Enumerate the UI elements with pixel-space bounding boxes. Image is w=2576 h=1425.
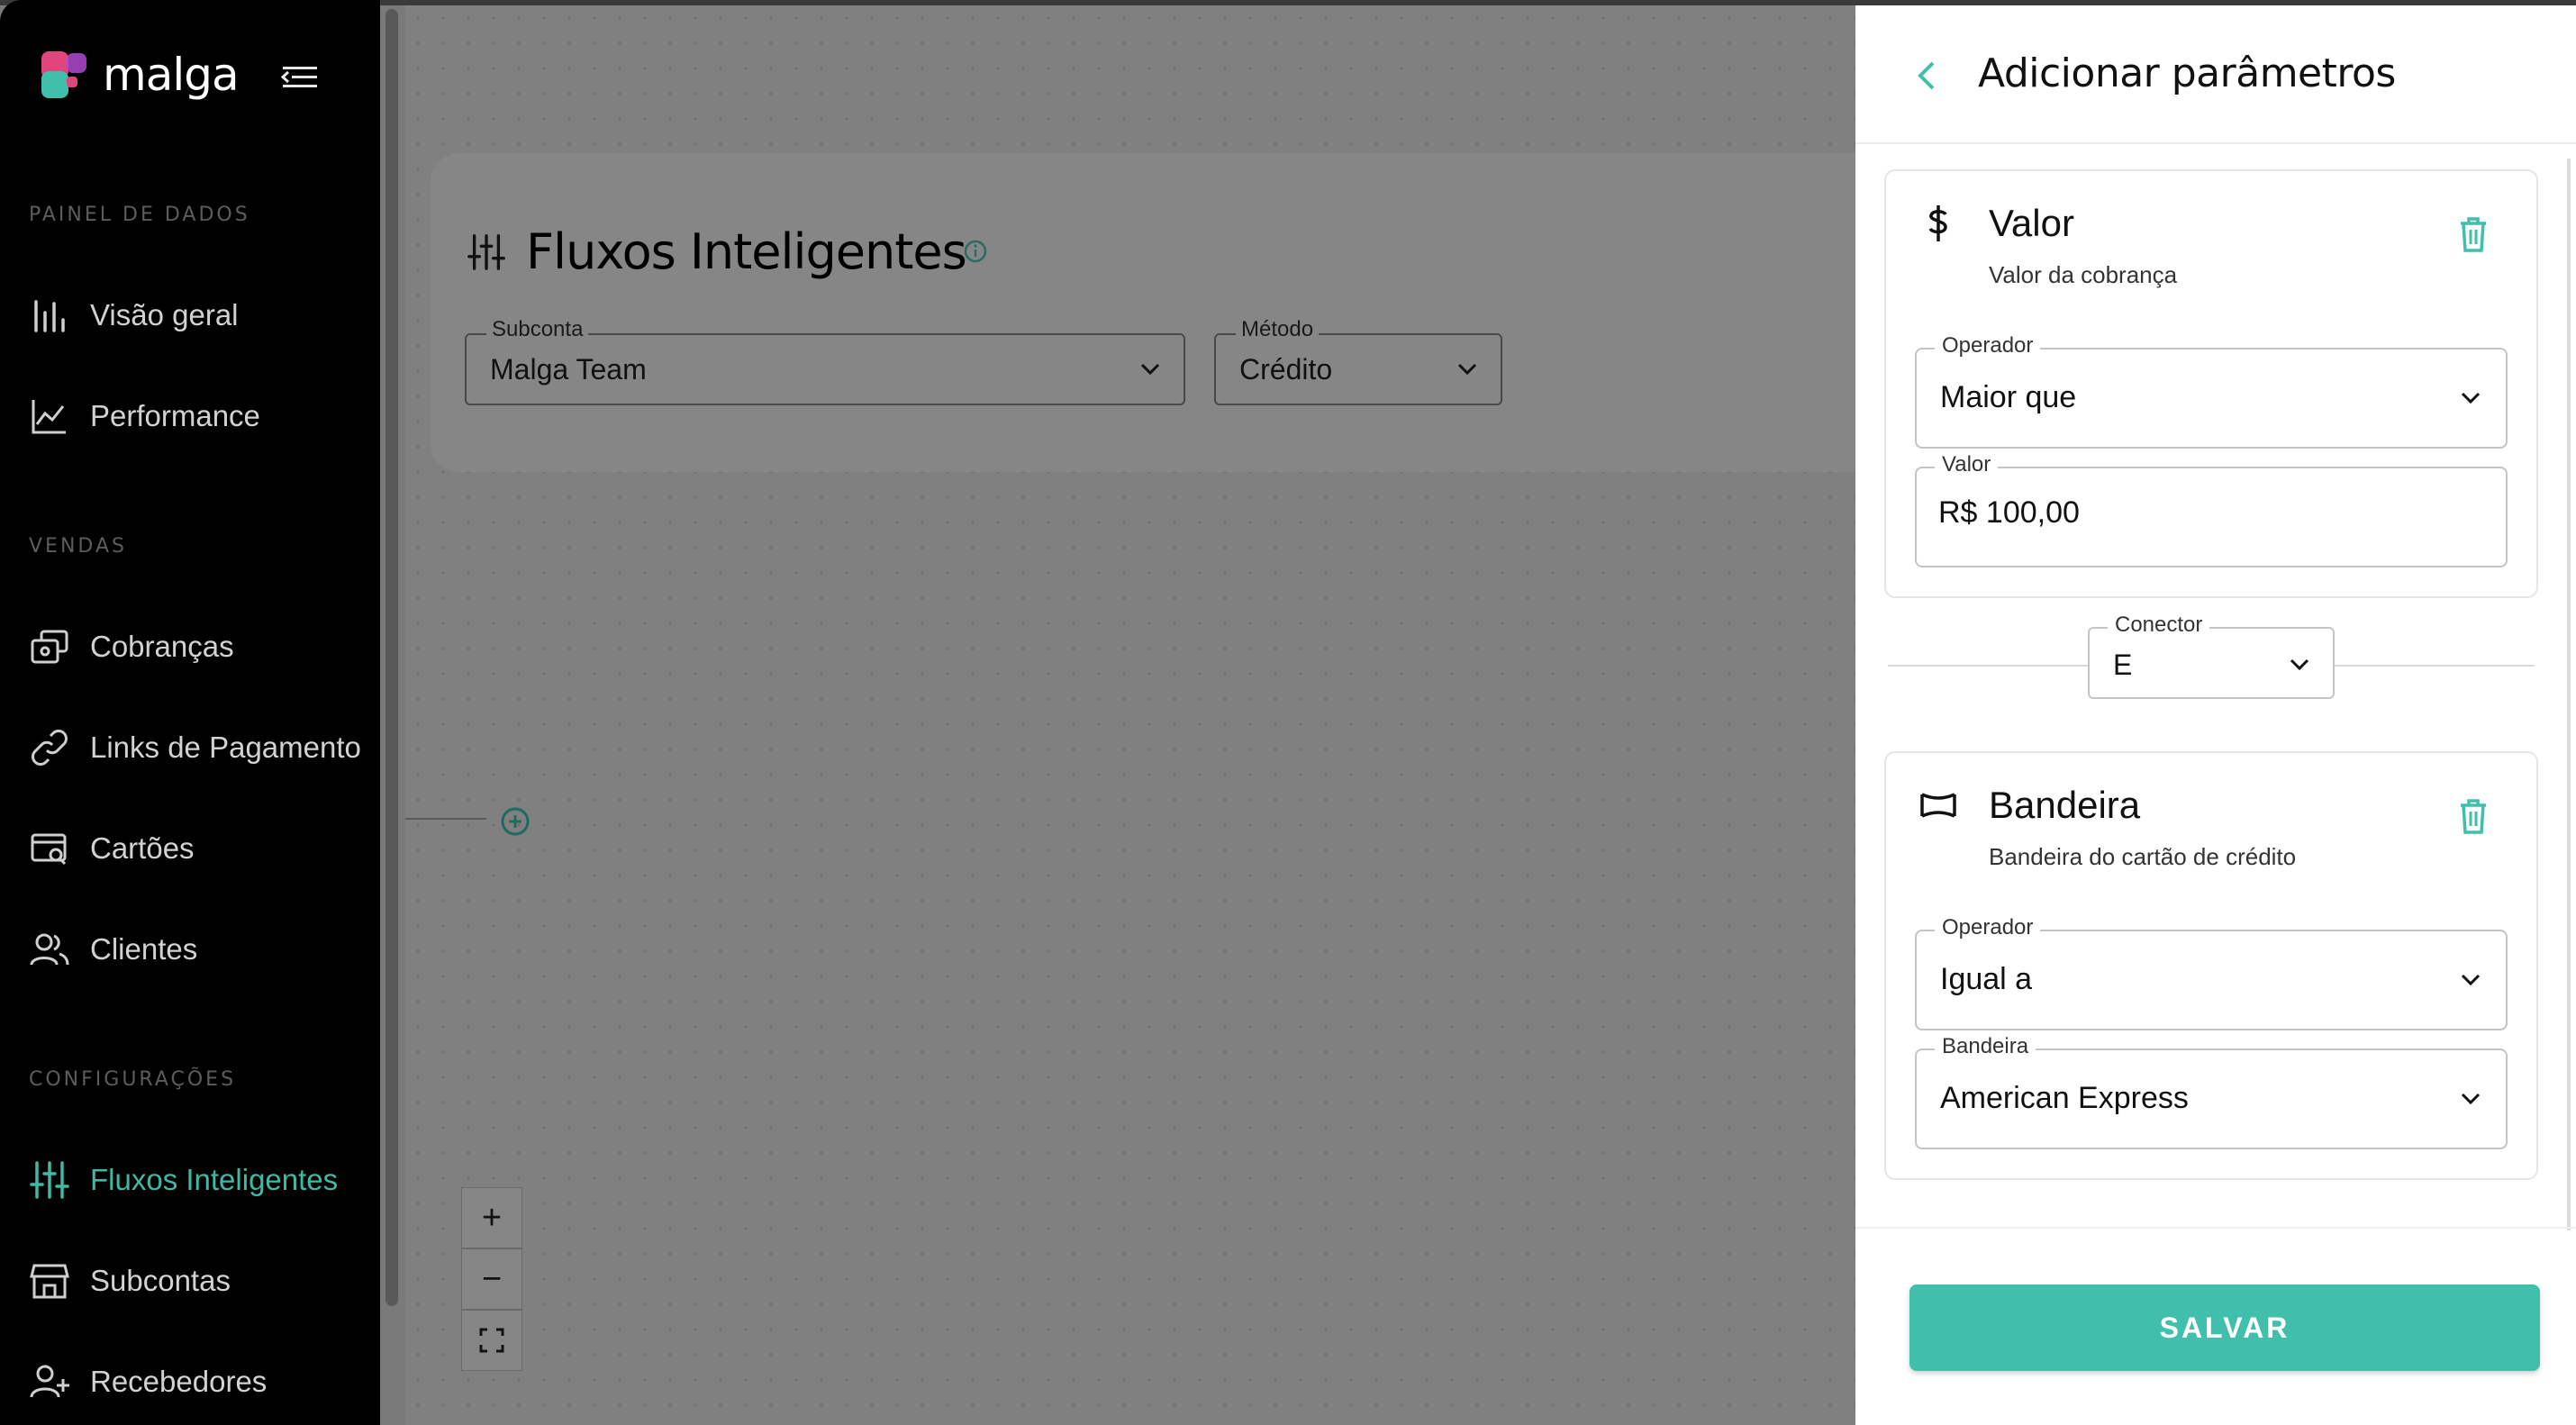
store-icon bbox=[30, 1264, 69, 1299]
add-node-icon[interactable] bbox=[499, 805, 531, 838]
connector-select[interactable]: Conector E bbox=[2088, 613, 2335, 699]
fullscreen-icon bbox=[479, 1328, 504, 1353]
save-button[interactable]: SALVAR bbox=[1909, 1284, 2540, 1371]
section-title-configuracoes: CONFIGURAÇÕES bbox=[29, 1068, 237, 1091]
subconta-select[interactable]: Subconta Malga Team bbox=[465, 317, 1185, 405]
drawer-scrollbar[interactable] bbox=[2567, 159, 2571, 1230]
fit-view-button[interactable] bbox=[461, 1310, 522, 1371]
sidebar-item-cartoes[interactable]: Cartões bbox=[29, 821, 380, 876]
metodo-select[interactable]: Método Crédito bbox=[1214, 317, 1502, 405]
field-value: Maior que bbox=[1940, 380, 2077, 414]
drawer-title: Adicionar parâmetros bbox=[1978, 50, 2396, 96]
card-search-icon bbox=[31, 833, 67, 866]
sidebar-item-recebedores[interactable]: Recebedores bbox=[29, 1355, 380, 1409]
sidebar-item-label: Visão geral bbox=[90, 298, 239, 331]
amount-input[interactable] bbox=[1938, 495, 2479, 531]
line-chart-icon bbox=[32, 400, 66, 434]
metodo-label: Método bbox=[1236, 317, 1320, 342]
connector-value: E bbox=[2113, 649, 2133, 681]
sidebar-item-links-pagamento[interactable]: Links de Pagamento bbox=[29, 721, 380, 775]
field-label: Operador bbox=[1935, 915, 2041, 940]
sidebar-item-label: Clientes bbox=[90, 932, 198, 966]
charges-icon bbox=[31, 630, 68, 664]
sidebar-item-fluxos-inteligentes[interactable]: Fluxos Inteligentes bbox=[29, 1153, 380, 1207]
sidebar-item-label: Performance bbox=[90, 399, 260, 432]
field-label: Valor bbox=[1935, 452, 1999, 477]
subconta-label: Subconta bbox=[486, 317, 589, 342]
trash-icon[interactable] bbox=[2455, 796, 2491, 836]
users-icon bbox=[30, 933, 69, 966]
chevron-down-icon bbox=[2461, 974, 2481, 986]
bar-chart-icon bbox=[34, 300, 65, 332]
chevron-down-icon bbox=[1140, 363, 1160, 376]
sidebar-item-cobrancas[interactable]: Cobranças bbox=[29, 620, 380, 674]
flow-header-card bbox=[431, 153, 1962, 472]
card-subtitle: Bandeira do cartão de crédito bbox=[1989, 843, 2297, 870]
collapse-menu-icon[interactable] bbox=[279, 63, 321, 92]
flag-icon bbox=[1920, 793, 1956, 818]
card-subtitle: Valor da cobrança bbox=[1989, 261, 2178, 288]
card-title: Bandeira bbox=[1989, 784, 2141, 826]
sidebar-item-label: Links de Pagamento bbox=[90, 731, 361, 764]
connector-label: Conector bbox=[2108, 613, 2210, 638]
field-label: Operador bbox=[1935, 333, 2041, 359]
valor-operator-select[interactable]: Operador Maior que bbox=[1915, 333, 2508, 449]
sidebar: malga PAINEL DE DADOS Visão geral Perfor… bbox=[0, 0, 380, 1425]
page-title: Fluxos Inteligentes bbox=[526, 223, 967, 280]
card-title: Valor bbox=[1989, 202, 2074, 244]
bandeira-operator-select[interactable]: Operador Igual a bbox=[1915, 915, 2508, 1030]
subconta-value: Malga Team bbox=[490, 353, 647, 386]
sliders-icon bbox=[30, 1161, 69, 1199]
trash-icon[interactable] bbox=[2455, 214, 2491, 254]
chevron-down-icon bbox=[2461, 392, 2481, 404]
dollar-icon bbox=[1928, 205, 1947, 241]
chevron-left-icon[interactable] bbox=[1913, 56, 1940, 95]
brand-logo[interactable]: malga bbox=[40, 49, 240, 101]
link-icon bbox=[32, 730, 68, 766]
field-label: Bandeira bbox=[1935, 1034, 2036, 1059]
sidebar-item-subcontas[interactable]: Subcontas bbox=[29, 1254, 380, 1308]
sidebar-scrollbar[interactable] bbox=[385, 9, 398, 1306]
zoom-in-button[interactable]: + bbox=[461, 1187, 522, 1248]
zoom-out-button[interactable]: − bbox=[461, 1248, 522, 1310]
chevron-down-icon bbox=[2290, 658, 2309, 671]
valor-amount-field[interactable]: Valor bbox=[1915, 452, 2508, 567]
chevron-down-icon bbox=[1457, 363, 1477, 376]
field-value: American Express bbox=[1940, 1081, 2189, 1115]
connector-line-left bbox=[1888, 665, 2088, 667]
sidebar-item-clientes[interactable]: Clientes bbox=[29, 922, 380, 976]
drawer-footer-divider bbox=[1855, 1227, 2576, 1229]
sidebar-item-label: Subcontas bbox=[90, 1264, 231, 1297]
user-plus-icon bbox=[30, 1365, 69, 1398]
sidebar-item-label: Cartões bbox=[90, 831, 195, 865]
section-title-painel: PAINEL DE DADOS bbox=[29, 204, 250, 226]
connector-line-right bbox=[2335, 665, 2535, 667]
bandeira-brand-select[interactable]: Bandeira American Express bbox=[1915, 1034, 2508, 1149]
sidebar-item-label: Fluxos Inteligentes bbox=[90, 1163, 339, 1196]
sidebar-item-performance[interactable]: Performance bbox=[29, 389, 380, 443]
field-value: Igual a bbox=[1940, 962, 2033, 996]
sidebar-item-visao-geral[interactable]: Visão geral bbox=[29, 288, 380, 342]
metodo-value: Crédito bbox=[1239, 353, 1333, 386]
sidebar-item-label: Recebedores bbox=[90, 1365, 268, 1398]
sidebar-item-label: Cobranças bbox=[90, 630, 234, 663]
sliders-icon bbox=[467, 234, 505, 270]
section-title-vendas: VENDAS bbox=[29, 535, 127, 558]
info-icon[interactable] bbox=[962, 238, 989, 265]
brand-name: malga bbox=[103, 49, 240, 101]
drawer-header: Adicionar parâmetros bbox=[1855, 5, 2576, 144]
flow-edge bbox=[405, 818, 486, 820]
chevron-down-icon bbox=[2461, 1093, 2481, 1105]
malga-logo-icon bbox=[41, 51, 86, 98]
